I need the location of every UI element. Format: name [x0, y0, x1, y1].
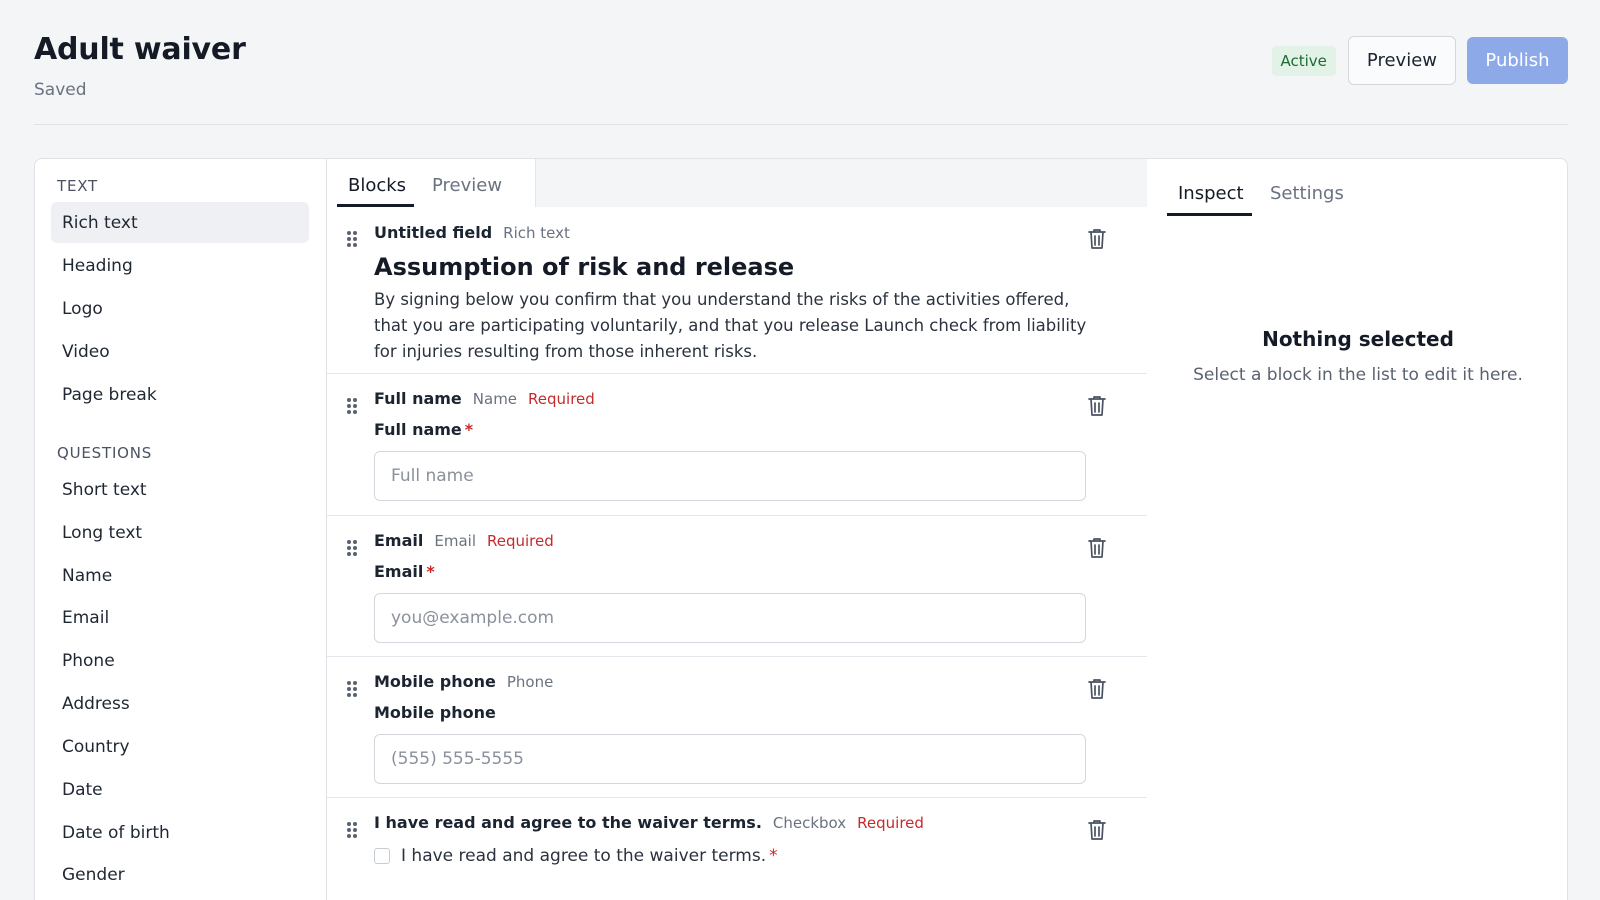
- trash-icon[interactable]: [1087, 228, 1107, 250]
- field-label: Email *: [374, 562, 435, 581]
- block-header: Email Email Required: [374, 531, 554, 550]
- palette-item-heading[interactable]: Heading: [51, 245, 309, 286]
- palette-item-phone[interactable]: Phone: [51, 640, 309, 681]
- block-rich-text[interactable]: Untitled field Rich text Assumption of r…: [327, 207, 1147, 374]
- header-divider: [34, 124, 1568, 125]
- rich-text-body: By signing below you confirm that you un…: [374, 290, 1087, 361]
- tab-inspect-underline: [1167, 213, 1252, 216]
- tab-inspect[interactable]: Inspect: [1178, 183, 1244, 204]
- block-type: Phone: [506, 673, 554, 691]
- palette-item-email[interactable]: Email: [51, 597, 309, 638]
- palette-section-text: TEXT: [57, 177, 99, 195]
- block-title: Email: [374, 531, 424, 550]
- palette-item-short-text[interactable]: Short text: [51, 469, 309, 510]
- required-tag: Required: [528, 390, 595, 408]
- required-star: *: [769, 846, 778, 866]
- block-type: Email: [434, 532, 476, 550]
- block-type: Name: [472, 390, 518, 408]
- field-label-text: Full name: [374, 420, 462, 439]
- drag-handle-icon[interactable]: [347, 398, 359, 416]
- field-label: Mobile phone: [374, 703, 496, 722]
- block-editor: Blocks Preview Untitled field Rich text: [327, 159, 1147, 900]
- tab-settings[interactable]: Settings: [1270, 183, 1344, 204]
- status-badge: Active: [1271, 45, 1336, 76]
- palette-section-questions: QUESTIONS: [57, 444, 153, 462]
- waiver-checkbox-row: I have read and agree to the waiver term…: [374, 846, 778, 866]
- email-input[interactable]: you@example.com: [374, 593, 1086, 643]
- full-name-input[interactable]: Full name: [374, 451, 1086, 501]
- form-builder-page: Adult waiver Saved Active Preview Publis…: [0, 0, 1600, 900]
- inspector-panel: Inspect Settings Nothing selected Select…: [1147, 159, 1567, 900]
- tab-blocks[interactable]: Blocks: [348, 175, 406, 196]
- block-header: Untitled field Rich text: [374, 223, 570, 242]
- trash-icon[interactable]: [1087, 395, 1107, 417]
- block-header: Mobile phone Phone: [374, 672, 553, 691]
- required-tag: Required: [857, 814, 924, 832]
- palette-item-address[interactable]: Address: [51, 683, 309, 724]
- publish-button[interactable]: Publish: [1467, 37, 1568, 84]
- block-title: Full name: [374, 389, 462, 408]
- drag-handle-icon[interactable]: [347, 681, 359, 699]
- field-label-text: Email: [374, 562, 424, 581]
- required-star: *: [426, 562, 435, 581]
- block-title: Untitled field: [374, 223, 493, 242]
- tab-preview[interactable]: Preview: [432, 175, 502, 196]
- block-type: Checkbox: [772, 814, 847, 832]
- builder-card: TEXT Rich text Heading Logo Video Page b…: [34, 158, 1568, 900]
- preview-button[interactable]: Preview: [1347, 36, 1456, 85]
- empty-state-subtitle: Select a block in the list to edit it he…: [1193, 365, 1523, 385]
- waiver-checkbox[interactable]: [374, 848, 390, 864]
- palette-item-long-text[interactable]: Long text: [51, 512, 309, 553]
- trash-icon[interactable]: [1087, 819, 1107, 841]
- header-actions: Active Preview Publish: [1271, 36, 1568, 85]
- palette-item-country[interactable]: Country: [51, 726, 309, 767]
- palette-item-date[interactable]: Date: [51, 769, 309, 810]
- checkbox-label-text: I have read and agree to the waiver term…: [401, 846, 767, 866]
- block-title: Mobile phone: [374, 672, 496, 691]
- block-full-name[interactable]: Full name Name Required Full name * Full …: [327, 374, 1147, 516]
- drag-handle-icon[interactable]: [347, 231, 359, 249]
- block-header: Full name Name Required: [374, 389, 595, 408]
- drag-handle-icon[interactable]: [347, 540, 359, 558]
- block-title: I have read and agree to the waiver term…: [374, 813, 762, 832]
- block-waiver-checkbox[interactable]: I have read and agree to the waiver term…: [327, 798, 1147, 900]
- block-header: I have read and agree to the waiver term…: [374, 813, 924, 832]
- drag-handle-icon[interactable]: [347, 822, 359, 840]
- page-header: Adult waiver Saved Active Preview Publis…: [34, 32, 1568, 122]
- trash-icon[interactable]: [1087, 537, 1107, 559]
- field-label: Full name *: [374, 420, 473, 439]
- trash-icon[interactable]: [1087, 678, 1107, 700]
- palette-item-page-break[interactable]: Page break: [51, 374, 309, 415]
- palette-item-gender[interactable]: Gender: [51, 854, 309, 895]
- block-palette: TEXT Rich text Heading Logo Video Page b…: [35, 159, 327, 900]
- checkbox-label: I have read and agree to the waiver term…: [401, 846, 778, 866]
- block-mobile-phone[interactable]: Mobile phone Phone Mobile phone (555) 55…: [327, 657, 1147, 798]
- mobile-phone-input[interactable]: (555) 555-5555: [374, 734, 1086, 784]
- block-email[interactable]: Email Email Required Email * you@example.…: [327, 516, 1147, 657]
- palette-item-rich-text[interactable]: Rich text: [51, 202, 309, 243]
- editor-tabbar: Blocks Preview: [327, 159, 1147, 207]
- palette-item-name[interactable]: Name: [51, 555, 309, 596]
- palette-item-date-of-birth[interactable]: Date of birth: [51, 812, 309, 853]
- required-tag: Required: [487, 532, 554, 550]
- required-star: *: [464, 420, 474, 439]
- palette-item-video[interactable]: Video: [51, 331, 309, 372]
- palette-item-logo[interactable]: Logo: [51, 288, 309, 329]
- empty-state-title: Nothing selected: [1262, 327, 1454, 351]
- rich-text-heading: Assumption of risk and release: [374, 253, 795, 281]
- block-type: Rich text: [503, 224, 570, 242]
